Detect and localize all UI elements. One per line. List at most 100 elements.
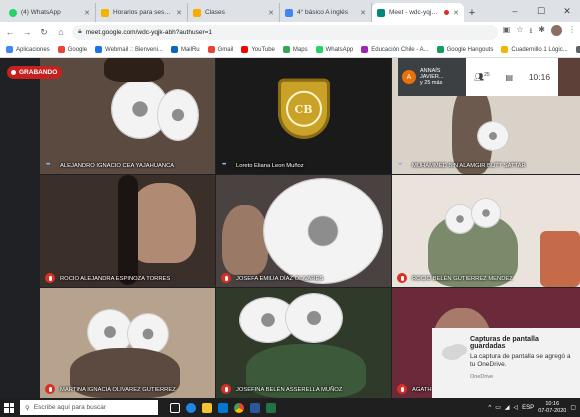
bookmark-item[interactable]: Educación Chile - A...	[361, 46, 429, 53]
bookmark-item[interactable]: YouTube	[241, 46, 275, 53]
volume-icon[interactable]: ◁	[514, 404, 519, 411]
tab-horarios[interactable]: Horarios para sesiones de ensa ✕	[96, 3, 188, 22]
people-count: 25	[484, 72, 490, 79]
tab-title: 4° básico A inglés	[297, 9, 349, 16]
store-icon[interactable]	[218, 402, 228, 413]
participant-hair	[104, 58, 164, 82]
download-icon[interactable]: ⭳	[529, 25, 532, 39]
toilet-roll	[446, 205, 474, 233]
forward-icon[interactable]: →	[21, 25, 33, 39]
close-icon[interactable]: ✕	[268, 9, 274, 17]
meet-controls: 👥︎25 ▤ 10:16	[466, 58, 558, 96]
toilet-roll	[472, 199, 500, 227]
taskbar-search[interactable]: ⚲ Escribe aquí para buscar	[20, 400, 158, 415]
participant-tile[interactable]: JOSEFA EMILIA DÍAZ OLIVARES	[216, 175, 391, 287]
close-window-icon[interactable]: ✕	[554, 0, 580, 22]
task-view-icon[interactable]	[170, 402, 180, 413]
chrome-icon[interactable]	[234, 402, 244, 413]
classroom-icon	[193, 8, 201, 17]
language-indicator[interactable]: ESP	[522, 405, 534, 411]
bookmark-item[interactable]: Maps	[282, 46, 308, 53]
chevron-up-icon[interactable]: ^	[488, 405, 491, 411]
bookmark-favicon-icon	[57, 46, 65, 53]
participant-name: JOSEFA EMILIA DÍAZ OLIVARES	[236, 276, 324, 282]
bookmark-item[interactable]: MailRu	[170, 46, 200, 53]
clock-time: 10:16	[545, 400, 560, 407]
bookmark-label: Webmail :: Bienveni...	[105, 46, 163, 53]
bookmark-label: WhatsApp	[325, 46, 354, 53]
tab-meet[interactable]: Meet - wdc-yqjk-abh ✕	[372, 3, 464, 22]
close-icon[interactable]: ✕	[453, 9, 459, 17]
bookmark-item[interactable]: Webmail :: Bienveni...	[95, 46, 163, 53]
star-icon[interactable]: ☆	[516, 25, 523, 39]
back-icon[interactable]: ←	[4, 25, 16, 39]
participant-tile[interactable]: MARTINA IGNACIA OLIVAREZ GUTIERREZ	[40, 288, 215, 398]
chat-icon[interactable]: ▤	[505, 73, 513, 82]
bookmark-item[interactable]: Google Hangouts	[436, 46, 493, 53]
toilet-roll	[158, 90, 198, 140]
toilet-roll	[478, 122, 508, 150]
edge-icon[interactable]	[186, 402, 196, 413]
bookmark-favicon-icon	[6, 46, 13, 53]
network-icon[interactable]: ◢	[505, 404, 510, 411]
camera-icon[interactable]: ▣	[503, 25, 511, 39]
menu-icon[interactable]: ⋮	[568, 25, 576, 39]
notifications-icon[interactable]: ▢	[570, 404, 576, 411]
participant-face	[128, 183, 196, 263]
bookmark-item[interactable]: Gmail	[207, 46, 233, 53]
bookmark-favicon-icon	[282, 46, 290, 53]
bookmark-favicon-icon	[575, 46, 580, 53]
minimize-icon[interactable]: –	[502, 0, 528, 22]
participant-tile[interactable]: ROCIO BELÉN GUTIERREZ MENDEZ	[392, 175, 580, 287]
people-icon[interactable]: 👥︎25	[474, 72, 490, 82]
profile-avatar[interactable]	[551, 25, 562, 36]
close-icon[interactable]: ✕	[84, 9, 90, 17]
toilet-roll	[286, 294, 342, 342]
school-logo: CB	[277, 78, 330, 139]
excel-icon[interactable]	[266, 402, 276, 413]
participant-tile[interactable]: ROCIO ALEJANDRA ESPINOZA TORRES	[40, 175, 215, 287]
bookmark-item[interactable]: WhatsApp	[315, 46, 354, 53]
mic-off-icon	[221, 273, 231, 283]
bookmark-item[interactable]: Aplicaciones	[6, 46, 50, 53]
meet-icon	[377, 8, 385, 17]
pinned-more: y 25 más	[420, 80, 443, 86]
bookmark-item[interactable]: Cuadernillo 1 Lógic...	[501, 46, 568, 53]
browser-toolbar: ← → ↻ ⌂ 🔒︎ meet.google.com/wdc-yqjk-abh?…	[0, 22, 580, 42]
battery-icon[interactable]: ▭	[495, 404, 501, 411]
participant-tile[interactable]: JOSEFINA BELÉN ASSERELLA MUÑOZ	[216, 288, 391, 398]
record-icon	[11, 70, 16, 75]
bookmark-item[interactable]: Google	[57, 46, 87, 53]
word-icon[interactable]	[250, 402, 260, 413]
home-icon[interactable]: ⌂	[55, 25, 67, 39]
maximize-icon[interactable]: ☐	[528, 0, 554, 22]
bookmark-favicon-icon	[207, 46, 215, 53]
pinned-participant[interactable]: A ANNAÍS JAVIER... y 25 más	[398, 58, 466, 96]
file-explorer-icon[interactable]	[202, 402, 212, 413]
tab-title: (4) WhatsApp	[21, 9, 61, 16]
tab-whatsapp[interactable]: (4) WhatsApp ✕	[4, 3, 96, 22]
close-icon[interactable]: ✕	[176, 9, 182, 17]
mic-off-icon	[221, 384, 231, 394]
participant-tile[interactable]: ••• ALEJANDRO IGNACIO CEA YAJAHUANCA	[40, 58, 215, 174]
close-icon[interactable]: ✕	[360, 9, 366, 17]
address-bar[interactable]: 🔒︎ meet.google.com/wdc-yqjk-abh?authuser…	[72, 24, 498, 40]
windows-start-icon[interactable]	[4, 402, 14, 413]
participant-name: ROCIO BELÉN GUTIERREZ MENDEZ	[412, 276, 513, 282]
participant-hair	[118, 175, 138, 285]
tab-strip: (4) WhatsApp ✕ Horarios para sesiones de…	[0, 0, 580, 22]
tab-ingles[interactable]: 4° básico A inglés ✕	[280, 3, 372, 22]
tab-title: Clases	[205, 9, 225, 16]
speaking-icon: •••	[398, 162, 402, 168]
onedrive-notification[interactable]: Capturas de pantalla guardadas La captur…	[432, 328, 580, 398]
reload-icon[interactable]: ↻	[38, 25, 50, 39]
bookmark-label: Maps	[292, 46, 308, 53]
new-tab-button[interactable]: +	[464, 3, 480, 22]
extensions-icon[interactable]: ✱	[538, 25, 545, 39]
bookmark-label: Aplicaciones	[16, 46, 50, 53]
meet-top-controls: A ANNAÍS JAVIER... y 25 más 👥︎25 ▤ 10:16	[398, 58, 558, 96]
taskbar-clock[interactable]: 10:16 07-07-2020	[538, 401, 566, 414]
bookmark-item[interactable]: Index of/Fitbas0h	[575, 46, 580, 53]
participant-tile[interactable]: CB ••• Loreto Eliana Leon Muñoz	[216, 58, 391, 174]
tab-clases[interactable]: Clases ✕	[188, 3, 280, 22]
